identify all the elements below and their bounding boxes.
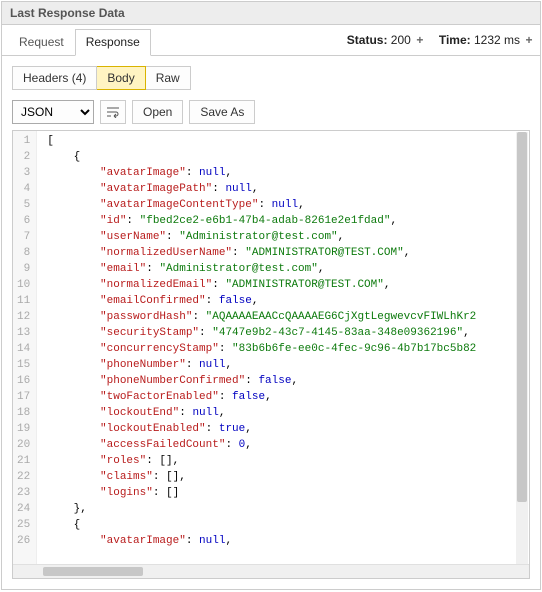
code-line: "roles": [],	[47, 453, 529, 469]
plus-icon[interactable]: +	[415, 33, 425, 47]
code-line: "emailConfirmed": false,	[47, 293, 529, 309]
code-line: {	[47, 149, 529, 165]
viewtab-raw[interactable]: Raw	[146, 66, 191, 90]
code-editor: 1234567891011121314151617181920212223242…	[12, 130, 530, 579]
code-line: "email": "Administrator@test.com",	[47, 261, 529, 277]
vertical-scrollbar-thumb[interactable]	[517, 132, 527, 502]
status-label: Status:	[347, 33, 388, 47]
time-value: 1232 ms	[474, 33, 520, 47]
format-select[interactable]: JSON	[12, 100, 94, 124]
tab-request[interactable]: Request	[8, 29, 75, 55]
saveas-button[interactable]: Save As	[189, 100, 255, 124]
code-line: "securityStamp": "4747e9b2-43c7-4145-83a…	[47, 325, 529, 341]
code-line: "userName": "Administrator@test.com",	[47, 229, 529, 245]
code-line: "avatarImagePath": null,	[47, 181, 529, 197]
code-line: "avatarImageContentType": null,	[47, 197, 529, 213]
code-line: "claims": [],	[47, 469, 529, 485]
code-line: "id": "fbed2ce2-e6b1-47b4-adab-8261e2e1f…	[47, 213, 529, 229]
code-line: "lockoutEnabled": true,	[47, 421, 529, 437]
code-line: "normalizedEmail": "ADMINISTRATOR@TEST.C…	[47, 277, 529, 293]
horizontal-scrollbar-thumb[interactable]	[43, 567, 143, 576]
vertical-scrollbar[interactable]	[516, 132, 528, 564]
code-line: "avatarImage": null,	[47, 533, 529, 549]
code-line: "concurrencyStamp": "83b6b6fe-ee0c-4fec-…	[47, 341, 529, 357]
time-label: Time:	[439, 33, 471, 47]
plus-icon[interactable]: +	[524, 33, 534, 47]
code-line: "passwordHash": "AQAAAAEAACcQAAAAEG6CjXg…	[47, 309, 529, 325]
code-line: "phoneNumberConfirmed": false,	[47, 373, 529, 389]
code-line: "accessFailedCount": 0,	[47, 437, 529, 453]
code-line: "lockoutEnd": null,	[47, 405, 529, 421]
wrap-icon[interactable]	[100, 100, 126, 124]
code-line: "twoFactorEnabled": false,	[47, 389, 529, 405]
viewtab-body[interactable]: Body	[97, 66, 145, 90]
tab-response[interactable]: Response	[75, 29, 151, 56]
panel-title: Last Response Data	[2, 2, 540, 25]
horizontal-scrollbar[interactable]	[13, 564, 529, 578]
code-line: "logins": []	[47, 485, 529, 501]
view-tabs: Headers (4) Body Raw	[12, 66, 530, 90]
code-line: {	[47, 517, 529, 533]
code-line: },	[47, 501, 529, 517]
response-panel: Last Response Data Request Response Stat…	[1, 1, 541, 590]
body-toolbar: JSON Open Save As	[12, 100, 530, 124]
open-button[interactable]: Open	[132, 100, 183, 124]
status-bar: Status: 200 + Time: 1232 ms +	[347, 33, 534, 51]
code-line: "normalizedUserName": "ADMINISTRATOR@TES…	[47, 245, 529, 261]
status-value: 200	[391, 33, 411, 47]
line-gutter: 1234567891011121314151617181920212223242…	[13, 131, 37, 564]
code-line: "phoneNumber": null,	[47, 357, 529, 373]
code-area[interactable]: [ { "avatarImage": null, "avatarImagePat…	[37, 131, 529, 564]
tab-strip: Request Response Status: 200 + Time: 123…	[2, 25, 540, 56]
code-line: "avatarImage": null,	[47, 165, 529, 181]
viewtab-headers[interactable]: Headers (4)	[12, 66, 97, 90]
code-line: [	[47, 133, 529, 149]
